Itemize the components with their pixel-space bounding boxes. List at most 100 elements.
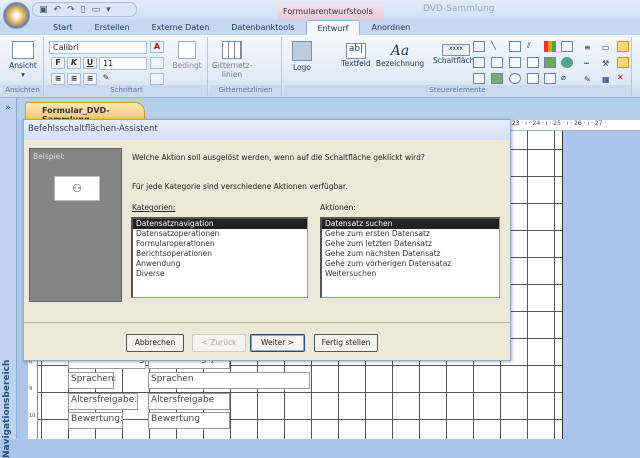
group-label: Steuerelemente (284, 85, 631, 96)
select-icon[interactable] (617, 41, 629, 52)
option-button-icon[interactable] (509, 73, 521, 84)
line-type-icon[interactable]: ┅ (584, 59, 596, 70)
tab-externe-daten[interactable]: Externe Daten (141, 20, 221, 36)
customize-icon[interactable]: ▾ (106, 5, 111, 15)
finish-button[interactable]: Fertig stellen (314, 334, 378, 352)
attachment-icon[interactable]: ⌀ (561, 73, 573, 84)
tab-start[interactable]: Start (42, 20, 84, 36)
listbox-icon[interactable] (473, 57, 485, 68)
textbox-button[interactable]: ab| Textfeld (338, 43, 374, 68)
font-color-icon[interactable]: A (150, 41, 164, 53)
fill-color-icon[interactable] (150, 57, 164, 69)
gridlines-button[interactable]: Gitternetz-linien (212, 41, 252, 79)
binoculars-icon: ⚇ (54, 176, 100, 201)
new-icon[interactable]: ▯ (81, 5, 86, 15)
command-button-wizard-dialog: Befehlsschaltflächen-Assistent Beispiel:… (23, 119, 511, 361)
frame-icon[interactable] (527, 57, 539, 68)
align-right-icon[interactable]: ≡ (83, 73, 97, 85)
categories-list[interactable]: Datensatznavigation Datensatzoperationen… (131, 217, 308, 298)
tab-control-icon[interactable] (509, 41, 521, 52)
undo-icon[interactable]: ↶ (54, 5, 62, 15)
next-button[interactable]: Weiter > (250, 334, 305, 352)
form-field[interactable]: Altersfreigabe (148, 393, 230, 410)
group-label: Gitternetzlinien (210, 85, 281, 96)
list-item[interactable]: Gehe zum vorherigen Datensataz (322, 259, 499, 269)
align-left-icon[interactable]: ≡ (51, 73, 65, 85)
line-icon[interactable]: ╲ (491, 41, 503, 52)
list-item[interactable]: Berichtsoperationen (133, 249, 307, 259)
tab-entwurf[interactable]: Entwurf (305, 20, 361, 36)
group-schriftart: Calibri A F K U 11 ≡ ≡ ≡ ✎ Bedingt Schri… (46, 37, 208, 96)
textbox-icon: ab| (346, 43, 366, 59)
subform-icon[interactable] (473, 73, 485, 84)
tab-datenbanktools[interactable]: Datenbanktools (220, 20, 305, 36)
label-button[interactable]: Aa Bezeichnung (372, 43, 428, 68)
underline-button[interactable]: U (83, 57, 97, 69)
group-steuerelemente: Logo ab| Textfeld Aa Bezeichnung xxxx Sc… (284, 37, 632, 96)
categories-label: Kategorien: (132, 203, 176, 212)
quick-access-toolbar: ▣ ↶ ↷ ▯ ▭ ▾ (32, 2, 137, 17)
hint-text: Für jede Kategorie sind verschiedene Akt… (132, 182, 348, 191)
list-item[interactable]: Datensatznavigation (133, 219, 307, 229)
unbound-object-icon[interactable] (544, 73, 556, 84)
list-item[interactable]: Gehe zum ersten Datensatz (322, 229, 499, 239)
align-center-icon[interactable]: ≡ (67, 73, 81, 85)
group-gitternetzlinien: Gitternetz-linien Gitternetzlinien (210, 37, 282, 96)
list-item[interactable]: Anwendung (133, 259, 307, 269)
image-icon[interactable] (544, 57, 556, 68)
form-field[interactable]: Bewertung (148, 412, 230, 429)
checkbox-icon[interactable] (509, 57, 521, 68)
list-item[interactable]: Diverse (133, 269, 307, 279)
list-item[interactable]: Weitersuchen (322, 269, 499, 279)
gridlines-icon (222, 41, 242, 59)
ruler-mark: 10 (29, 413, 36, 419)
line-thickness-icon[interactable]: ≡ (584, 43, 596, 54)
italic-button[interactable]: K (67, 57, 81, 69)
insert-page-icon[interactable] (561, 41, 573, 52)
chart-icon[interactable] (544, 41, 556, 52)
special-effect-icon[interactable]: ▭ (602, 43, 614, 54)
back-button[interactable]: < Zurück (192, 334, 246, 352)
actions-list[interactable]: Datensatz suchen Gehe zum ersten Datensa… (320, 217, 500, 298)
list-item[interactable]: Gehe zum letzten Datensatz (322, 239, 499, 249)
conditional-format-button[interactable]: Bedingt (168, 41, 206, 70)
navigation-pane[interactable]: » Navigationsbereich (0, 98, 17, 458)
page-break-icon[interactable]: ⫽ (527, 41, 539, 52)
save-icon[interactable]: ▣ (39, 5, 48, 15)
border-icon[interactable] (150, 73, 164, 85)
tab-anordnen[interactable]: Anordnen (360, 20, 421, 36)
ruler-mark: 9 (29, 386, 33, 392)
redo-icon[interactable]: ↷ (67, 5, 75, 15)
set-control-defaults-icon[interactable]: ⚒ (602, 59, 614, 70)
list-item[interactable]: Datensatzoperationen (133, 229, 307, 239)
open-icon[interactable]: ▭ (92, 5, 101, 15)
format-painter-icon[interactable]: ✎ (99, 73, 113, 85)
form-label[interactable]: Bewertung: (68, 412, 123, 429)
example-label: Beispiel: (33, 152, 65, 161)
rectangle-icon[interactable] (491, 57, 503, 68)
font-size-select[interactable]: 11 (99, 57, 147, 70)
font-select[interactable]: Calibri (49, 41, 147, 54)
document-tab[interactable]: Formular_DVD-Sammlung (25, 102, 145, 124)
office-button[interactable] (3, 2, 30, 29)
form-label[interactable]: Altersfreigabe: (68, 393, 138, 410)
remove-icon[interactable]: ✕ (617, 73, 629, 84)
bound-object-icon[interactable] (527, 73, 539, 84)
list-item[interactable]: Formularoperationen (133, 239, 307, 249)
control-wizards-icon[interactable] (617, 57, 629, 68)
form-label[interactable]: Sprachen: (68, 372, 117, 389)
example-panel: Beispiel: ⚇ (29, 148, 122, 302)
bold-button[interactable]: F (51, 57, 65, 69)
logo-button[interactable]: Logo (288, 41, 316, 72)
list-item[interactable]: Gehe zum nächsten Datensatz (322, 249, 499, 259)
hyperlink-icon[interactable] (561, 57, 573, 68)
view-button[interactable]: Ansicht ▾ (5, 41, 41, 79)
nav-toggle-button[interactable]: » (0, 98, 16, 113)
combobox-icon[interactable] (473, 41, 485, 52)
list-item[interactable]: Datensatz suchen (322, 219, 499, 229)
cancel-button[interactable]: Abbrechen (126, 334, 184, 352)
toggle-icon[interactable] (491, 73, 503, 84)
form-field[interactable]: Sprachen (148, 372, 310, 389)
tab-erstellen[interactable]: Erstellen (84, 20, 141, 36)
logo-label: Logo (293, 63, 311, 72)
